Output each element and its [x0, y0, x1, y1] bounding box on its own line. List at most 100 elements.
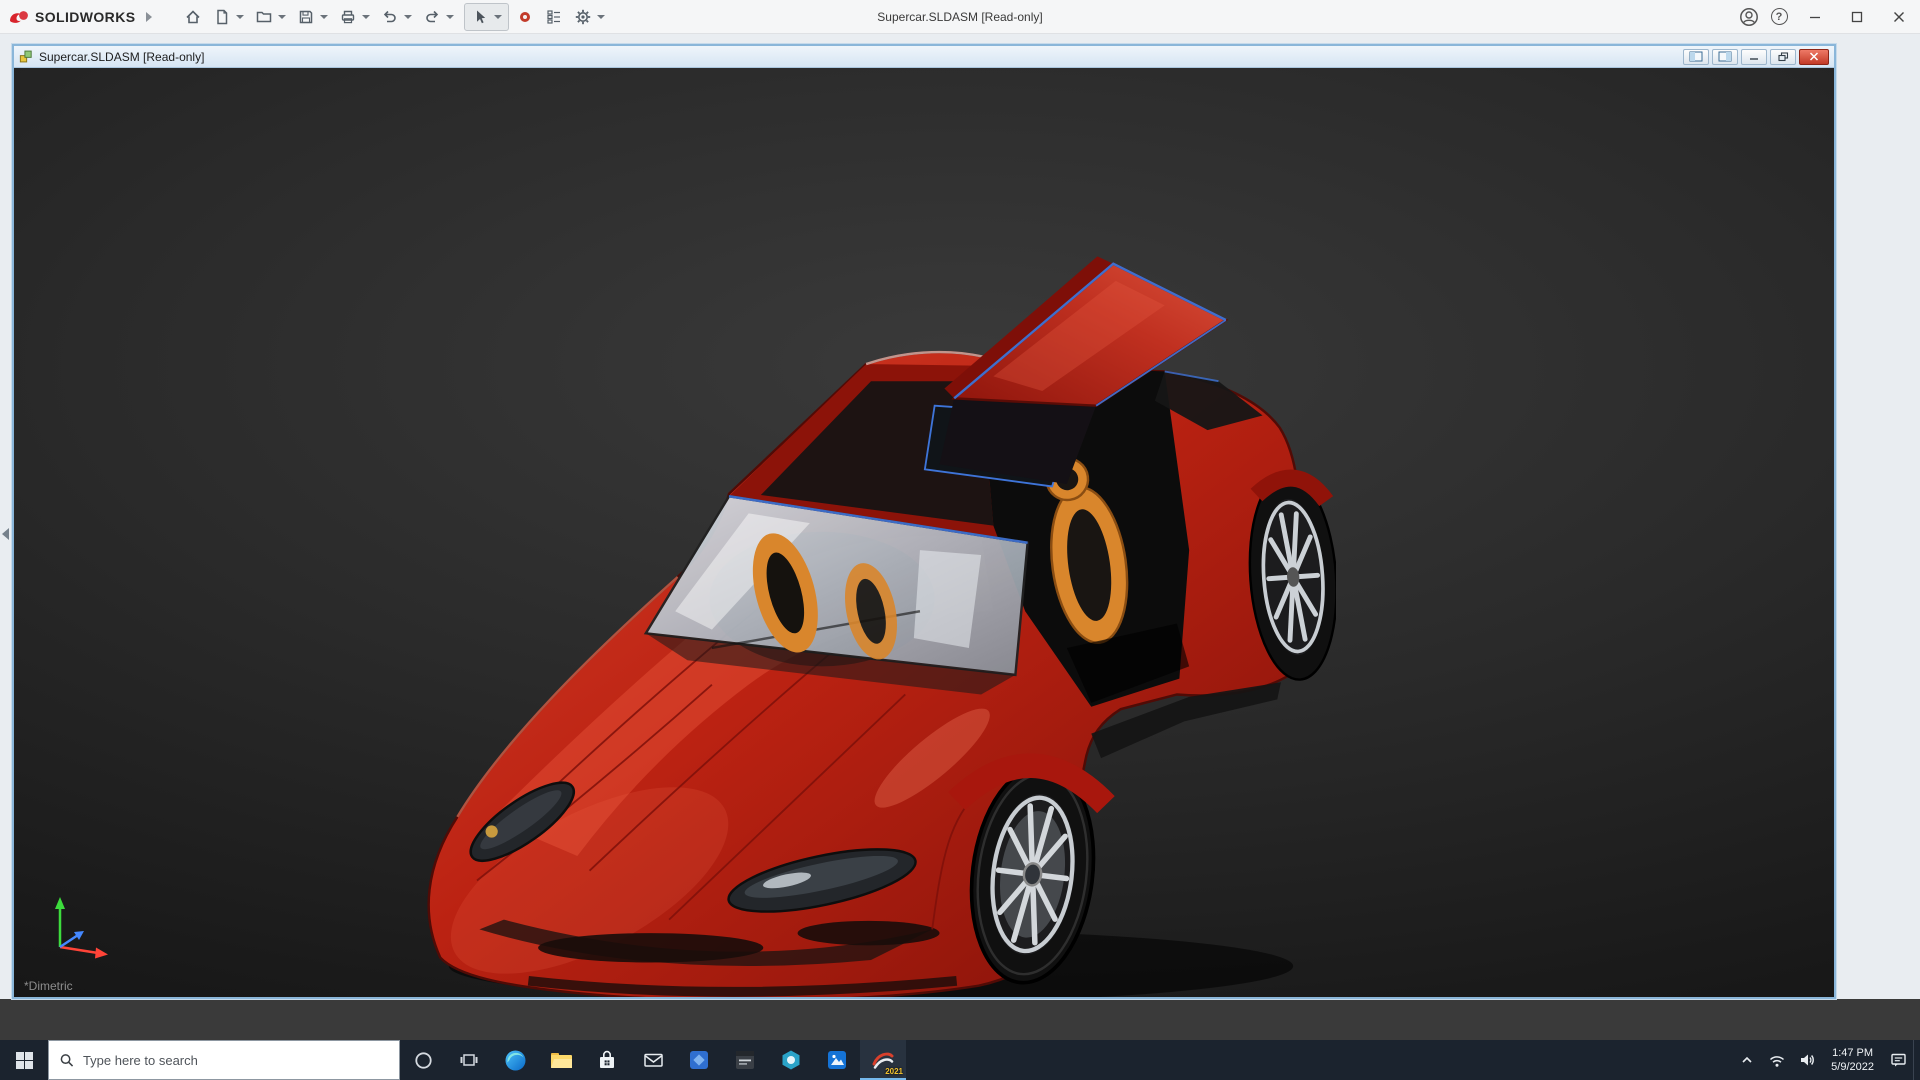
new-document-icon — [213, 8, 231, 26]
open-dropdown-caret-icon[interactable] — [278, 15, 286, 19]
cortana-button[interactable] — [400, 1040, 446, 1080]
open-button[interactable] — [251, 4, 277, 30]
split-pane-left-icon — [1689, 51, 1703, 62]
close-button[interactable] — [1878, 0, 1920, 34]
supercar-3d-model — [406, 244, 1336, 997]
volume-button[interactable] — [1792, 1040, 1822, 1080]
dark-app-icon — [734, 1049, 756, 1071]
document-minimize-button[interactable] — [1741, 49, 1767, 65]
select-tool-button[interactable] — [467, 4, 493, 30]
teal-hexagon-app-icon — [780, 1049, 802, 1071]
photos-app-button[interactable] — [814, 1040, 860, 1080]
windows-logo-icon — [16, 1052, 33, 1069]
cortana-icon — [414, 1051, 433, 1070]
start-button[interactable] — [0, 1040, 48, 1080]
file-explorer-icon — [550, 1050, 573, 1070]
main-titlebar: SOLIDWORKS — [0, 0, 1920, 34]
system-tray: 1:47 PM 5/9/2022 — [1732, 1040, 1920, 1080]
close-icon — [1893, 11, 1905, 23]
print-dropdown-caret-icon[interactable] — [362, 15, 370, 19]
home-icon — [184, 8, 202, 26]
dark-app-button[interactable] — [722, 1040, 768, 1080]
maximize-button[interactable] — [1836, 0, 1878, 34]
help-button[interactable]: ? — [1764, 0, 1794, 34]
microsoft-store-icon — [597, 1050, 617, 1071]
orientation-triad-icon — [40, 885, 118, 969]
help-icon: ? — [1771, 8, 1788, 25]
document-minimize-icon — [1749, 52, 1759, 61]
clock-date: 5/9/2022 — [1831, 1060, 1874, 1074]
teal-app-button[interactable] — [768, 1040, 814, 1080]
document-window: Supercar.SLDASM [Read-only] — [12, 44, 1836, 999]
taskbar-search[interactable] — [48, 1040, 400, 1080]
network-button[interactable] — [1762, 1040, 1792, 1080]
document-window-controls — [1683, 49, 1829, 65]
main-window-controls: ? — [1734, 0, 1920, 33]
graphics-viewport[interactable]: *Dimetric — [14, 68, 1834, 997]
mdi-workspace: Supercar.SLDASM [Read-only] — [0, 34, 1920, 1040]
feature-tree-display-button[interactable] — [541, 4, 567, 30]
chevron-up-icon — [1741, 1054, 1753, 1066]
task-view-icon — [460, 1052, 478, 1068]
mail-envelope-icon — [643, 1051, 664, 1069]
save-dropdown-caret-icon[interactable] — [320, 15, 328, 19]
microsoft-store-button[interactable] — [584, 1040, 630, 1080]
tray-overflow-button[interactable] — [1732, 1040, 1762, 1080]
undo-button[interactable] — [377, 4, 403, 30]
account-button[interactable] — [1734, 0, 1764, 34]
solidworks-taskbar-button[interactable]: 2021 — [860, 1040, 906, 1080]
task-view-button[interactable] — [446, 1040, 492, 1080]
help-glyph: ? — [1776, 11, 1783, 23]
show-desktop-button[interactable] — [1913, 1040, 1920, 1080]
action-center-button[interactable] — [1883, 1040, 1913, 1080]
solidworks-brand: SOLIDWORKS — [0, 9, 160, 25]
minimize-icon — [1809, 11, 1821, 23]
split-pane-right-icon — [1718, 51, 1732, 62]
new-document-button[interactable] — [209, 4, 235, 30]
document-restore-button[interactable] — [1770, 49, 1796, 65]
minimize-button[interactable] — [1794, 0, 1836, 34]
save-icon — [297, 8, 315, 26]
gear-icon — [574, 8, 592, 26]
feature-panel-collapse-arrow-icon[interactable] — [2, 528, 9, 540]
mail-button[interactable] — [630, 1040, 676, 1080]
edge-browser-button[interactable] — [492, 1040, 538, 1080]
wifi-icon — [1769, 1053, 1785, 1068]
redo-dropdown-caret-icon[interactable] — [446, 15, 454, 19]
options-button[interactable] — [570, 4, 596, 30]
menu-expand-arrow-icon[interactable] — [146, 12, 152, 22]
undo-dropdown-caret-icon[interactable] — [404, 15, 412, 19]
document-close-button[interactable] — [1799, 49, 1829, 65]
select-dropdown-caret-icon[interactable] — [494, 15, 502, 19]
undo-icon — [381, 8, 399, 26]
options-dropdown-caret-icon[interactable] — [597, 15, 605, 19]
speaker-icon — [1799, 1052, 1815, 1068]
quick-access-toolbar — [180, 3, 612, 31]
document-close-icon — [1809, 52, 1819, 61]
display-pane-left-button[interactable] — [1683, 49, 1709, 65]
assembly-document-icon — [19, 50, 33, 63]
select-tool-group — [464, 3, 509, 31]
redo-icon — [423, 8, 441, 26]
mdi-background-band — [0, 999, 1920, 1040]
action-center-icon — [1890, 1052, 1907, 1068]
clock-time: 1:47 PM — [1831, 1046, 1874, 1060]
search-input[interactable] — [83, 1053, 388, 1068]
save-button[interactable] — [293, 4, 319, 30]
view-orientation-label: *Dimetric — [24, 979, 73, 993]
document-titlebar[interactable]: Supercar.SLDASM [Read-only] — [14, 46, 1834, 68]
home-button[interactable] — [180, 4, 206, 30]
blue-app-button[interactable] — [676, 1040, 722, 1080]
redo-button[interactable] — [419, 4, 445, 30]
file-explorer-button[interactable] — [538, 1040, 584, 1080]
search-icon — [60, 1053, 74, 1068]
new-dropdown-caret-icon[interactable] — [236, 15, 244, 19]
print-button[interactable] — [335, 4, 361, 30]
main-window-title: Supercar.SLDASM [Read-only] — [877, 10, 1042, 24]
display-pane-right-button[interactable] — [1712, 49, 1738, 65]
mouse-gestures-button[interactable] — [512, 4, 538, 30]
3ds-logo-icon — [8, 9, 30, 25]
document-restore-icon — [1778, 52, 1789, 62]
taskbar-clock[interactable]: 1:47 PM 5/9/2022 — [1822, 1046, 1883, 1074]
maximize-icon — [1851, 11, 1863, 23]
